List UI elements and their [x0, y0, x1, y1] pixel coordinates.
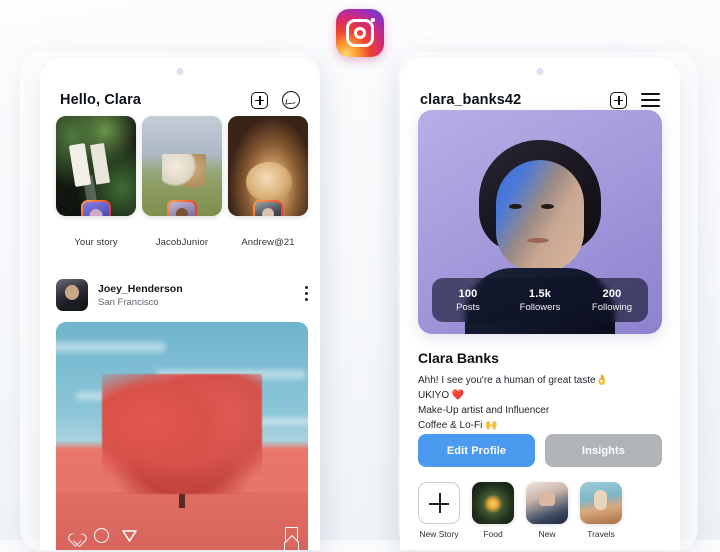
bio-line: Make-Up artist and Influencer: [418, 405, 550, 416]
feed-header: Hello, Clara: [40, 82, 320, 118]
red-tree-photo: [102, 374, 262, 494]
profile-bio: Clara Banks Ahh! I see you're a human of…: [418, 350, 662, 433]
portrait-mouth: [527, 238, 549, 243]
highlight-label: Food: [483, 529, 503, 539]
instagram-logo-lens: [354, 27, 366, 39]
story-thumbnail[interactable]: [142, 116, 222, 216]
story-item-your-story[interactable]: Your story: [56, 116, 136, 248]
app-background: Hello, Clara Your story JacobJunior Andr…: [0, 0, 720, 552]
stat-followers[interactable]: 1.5k Followers: [504, 288, 576, 313]
highlight-label: Travels: [587, 529, 615, 539]
post-author-meta: Joey_Henderson San Francisco: [98, 283, 183, 308]
camera-dot: [176, 68, 184, 75]
jacob-avatar: [169, 202, 195, 216]
stat-label: Posts: [456, 301, 480, 313]
bio-line: Coffee & Lo-Fi 🙌: [418, 420, 498, 431]
portrait-eye-right: [541, 204, 554, 209]
stat-label: Followers: [519, 301, 561, 313]
highlight-food[interactable]: Food: [472, 482, 514, 539]
avatar[interactable]: [167, 200, 197, 216]
edit-profile-button[interactable]: Edit Profile: [418, 434, 535, 467]
clara-profile-photo[interactable]: 100 Posts 1.5k Followers 200 Following: [418, 110, 662, 334]
food-highlight-cover[interactable]: [472, 482, 514, 524]
andrew-avatar: [255, 202, 281, 216]
hamburger-menu-icon[interactable]: [641, 93, 660, 107]
story-thumbnail[interactable]: [228, 116, 308, 216]
post-actions: [56, 520, 308, 550]
messenger-icon[interactable]: [282, 91, 300, 109]
post-location[interactable]: San Francisco: [98, 297, 183, 308]
story-label: Andrew@21: [241, 237, 295, 248]
post-username[interactable]: Joey_Henderson: [98, 283, 183, 295]
add-highlight-icon[interactable]: [418, 482, 460, 524]
more-options-icon[interactable]: [305, 286, 308, 304]
story-thumbnail[interactable]: [56, 116, 136, 216]
stat-label: Following: [591, 301, 633, 313]
plus-square-icon[interactable]: [610, 91, 627, 109]
story-highlights-row: New Story Food New Travels: [418, 482, 662, 539]
highlight-new[interactable]: New: [526, 482, 568, 539]
stat-value: 1.5k: [528, 287, 552, 300]
stat-value: 100: [458, 287, 478, 300]
portrait-face: [496, 160, 584, 272]
avatar[interactable]: [253, 200, 283, 216]
highlight-label: New: [538, 529, 556, 539]
instagram-logo: [336, 9, 384, 57]
stories-row: Your story JacobJunior Andrew@21: [56, 116, 308, 248]
post-image[interactable]: [56, 322, 308, 550]
profile-phone: clara_banks42 100 Posts 1.5k Followers 2…: [400, 58, 680, 550]
new-highlight-cover[interactable]: [526, 482, 568, 524]
profile-stats: 100 Posts 1.5k Followers 200 Following: [432, 278, 648, 322]
story-item-jacobjunior[interactable]: JacobJunior: [142, 116, 222, 248]
cloud-decor: [56, 342, 166, 352]
post-author-avatar[interactable]: [56, 279, 88, 311]
portrait-eye-left: [509, 204, 522, 209]
story-label: JacobJunior: [155, 237, 209, 248]
feed-phone: Hello, Clara Your story JacobJunior Andr…: [40, 58, 320, 550]
highlight-travels[interactable]: Travels: [580, 482, 622, 539]
profile-action-buttons: Edit Profile Insights: [418, 434, 662, 467]
profile-full-name: Clara Banks: [418, 350, 499, 366]
comment-bubble-icon[interactable]: [94, 527, 109, 543]
post-header: Joey_Henderson San Francisco: [56, 276, 308, 314]
highlight-new-story[interactable]: New Story: [418, 482, 460, 539]
clara-avatar: [83, 202, 109, 216]
bio-line: UKIYO ❤️: [418, 390, 465, 401]
bookmark-icon[interactable]: [284, 527, 300, 550]
stat-posts[interactable]: 100 Posts: [432, 288, 504, 313]
profile-username: clara_banks42: [420, 92, 522, 108]
stat-following[interactable]: 200 Following: [576, 288, 648, 313]
stat-value: 200: [602, 287, 622, 300]
greeting-title: Hello, Clara: [60, 92, 141, 108]
insights-button[interactable]: Insights: [545, 434, 662, 467]
story-label: Your story: [74, 237, 118, 248]
bio-line: Ahh! I see you're a human of great taste…: [418, 375, 609, 386]
plus-square-icon[interactable]: [251, 91, 268, 109]
camera-dot: [536, 68, 544, 75]
instagram-logo-dot: [371, 18, 375, 22]
travels-highlight-cover[interactable]: [580, 482, 622, 524]
story-item-andrew[interactable]: Andrew@21: [228, 116, 308, 248]
avatar[interactable]: [81, 200, 111, 216]
highlight-label: New Story: [419, 529, 459, 539]
